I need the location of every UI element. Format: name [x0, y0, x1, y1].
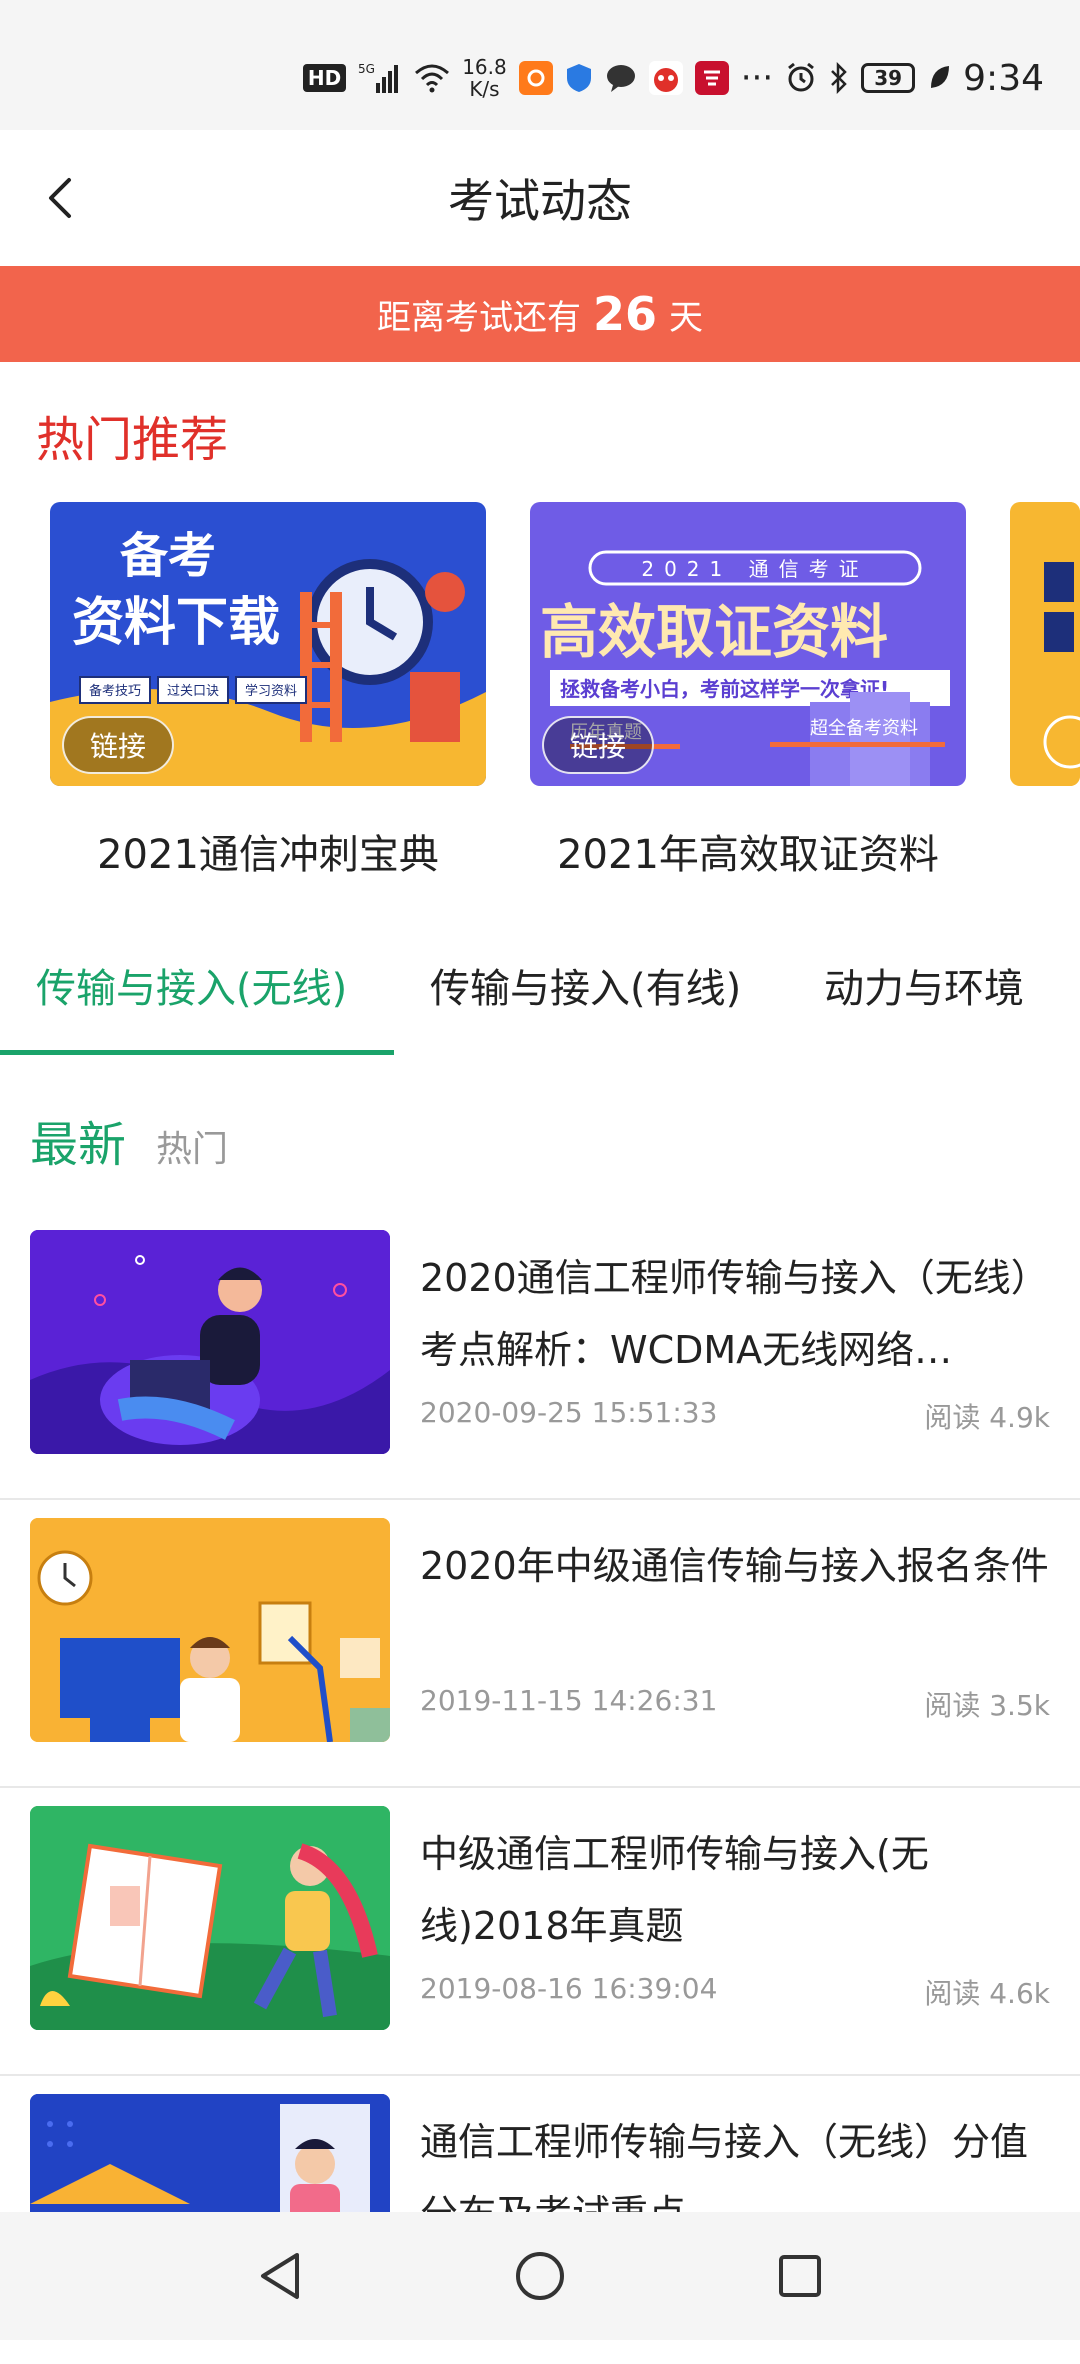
- countdown-prefix: 距离考试还有: [376, 297, 581, 338]
- link-tag[interactable]: 链接: [542, 716, 654, 774]
- article-list: 2020通信工程师传输与接入（无线）考点解析：WCDMA无线网络… 2020-0…: [0, 1212, 1080, 2364]
- article-title: 2020年中级通信传输与接入报名条件: [420, 1544, 1049, 1588]
- article-date: 2019-08-16 16:39:04: [420, 1972, 718, 2005]
- banner-label: 2021通信冲刺宝典: [97, 832, 439, 878]
- category-tabs: 传输与接入(无线) 传输与接入(有线) 动力与环境: [0, 910, 1080, 1055]
- clock-time: 9:34: [963, 57, 1044, 99]
- shield-icon: [565, 62, 593, 94]
- article-item[interactable]: 中级通信工程师传输与接入(无线)2018年真题 2019-08-16 16:39…: [0, 1788, 1080, 2076]
- active-tab-indicator: [0, 1050, 394, 1055]
- hot-banner-card[interactable]: 2021 通信考证 高效取证资料 拯救备考小白，考前这样学一次拿证! 历年真题 …: [530, 502, 966, 880]
- back-button[interactable]: [30, 168, 90, 228]
- article-thumbnail: [30, 1806, 390, 2030]
- tab-wired[interactable]: 传输与接入(有线): [430, 910, 741, 1055]
- signal-icon: 5G: [358, 61, 402, 95]
- tab-power-environment[interactable]: 动力与环境: [824, 910, 1024, 1055]
- nav-back-button[interactable]: [245, 2241, 315, 2311]
- bluetooth-icon: [829, 62, 849, 94]
- article-title: 2020通信工程师传输与接入（无线）考点解析：WCDMA无线网络…: [420, 1256, 1049, 1372]
- article-read-count: 阅读 3.5k: [924, 1689, 1050, 1722]
- article-read-count: 阅读 4.9k: [924, 1401, 1050, 1434]
- banner-art-line2: 资料下载: [72, 593, 280, 653]
- nav-recents-button[interactable]: [765, 2241, 835, 2311]
- speed-value: 16.8: [462, 55, 507, 79]
- chat-bubble-icon: [605, 63, 637, 93]
- alarm-icon: [785, 62, 817, 94]
- battery-icon: 39: [861, 63, 916, 93]
- leaf-icon: [927, 64, 951, 92]
- wifi-icon: [414, 63, 450, 93]
- circle-home-icon: [516, 2252, 564, 2300]
- article-date: 2019-11-15 14:26:31: [420, 1684, 718, 1717]
- banner-art-chip: 过关口诀: [167, 684, 219, 699]
- banner-art-right: 超全备考资料: [810, 718, 918, 739]
- article-date: 2020-09-25 15:51:33: [420, 1396, 718, 1429]
- network-speed: 16.8 K/s: [462, 56, 507, 100]
- system-nav-bar: [0, 2212, 1080, 2340]
- article-title: 中级通信工程师传输与接入(无线)2018年真题: [420, 1832, 929, 1948]
- app-notification-icon: [518, 61, 553, 95]
- hd-badge: HD: [302, 64, 347, 92]
- mascot-app-icon: [648, 61, 683, 95]
- link-tag[interactable]: 链接: [62, 716, 174, 774]
- article-item[interactable]: 2020年中级通信传输与接入报名条件 2019-11-15 14:26:31 阅…: [0, 1500, 1080, 1788]
- banner-label: 2021年高效取证资料: [557, 832, 939, 878]
- banner-art-sub: 拯救备考小白，考前这样学一次拿证!: [560, 677, 889, 701]
- triangle-back-icon: [261, 2253, 299, 2299]
- hot-banner-carousel[interactable]: 备考 资料下载 备考技巧 过关口诀 学习资料 链接 2021通信冲刺宝典 202…: [0, 502, 1080, 902]
- page-title: 考试动态: [448, 174, 632, 228]
- countdown-suffix: 天: [669, 297, 703, 338]
- tab-wireless[interactable]: 传输与接入(无线): [36, 910, 347, 1055]
- banner-image: 2021 通信考证 高效取证资料 拯救备考小白，考前这样学一次拿证! 历年真题 …: [530, 502, 966, 786]
- filter-hot[interactable]: 热门: [156, 1120, 228, 1172]
- hot-banner-card[interactable]: 备考 资料下载 备考技巧 过关口诀 学习资料 链接 2021通信冲刺宝典: [50, 502, 486, 880]
- banner-art-headline: 高效取证资料: [540, 598, 888, 666]
- banner-art-chip: 学习资料: [245, 683, 297, 699]
- banner-image: [1010, 502, 1080, 786]
- countdown-days: 26: [592, 287, 657, 341]
- hot-banner-card[interactable]: [1010, 502, 1080, 786]
- more-notifications-icon: ···: [740, 58, 774, 98]
- sort-filter: 最新 热门: [30, 1105, 228, 1175]
- speed-unit: K/s: [469, 77, 500, 101]
- chevron-left-icon: [49, 178, 71, 218]
- status-bar: HD 5G 16.8 K/s ··· 39 9:34: [0, 0, 1080, 130]
- article-thumbnail: [30, 1230, 390, 1454]
- article-item[interactable]: 2020通信工程师传输与接入（无线）考点解析：WCDMA无线网络… 2020-0…: [0, 1212, 1080, 1500]
- signal-label: 5G: [358, 62, 375, 76]
- hot-recommend-title: 热门推荐: [36, 412, 229, 468]
- study-app-icon: [694, 61, 729, 95]
- banner-art-pill: 2021 通信考证: [641, 557, 868, 581]
- exam-countdown-banner: 距离考试还有 26 天: [0, 266, 1080, 362]
- nav-home-button[interactable]: [505, 2241, 575, 2311]
- article-thumbnail: [30, 1518, 390, 1742]
- banner-image: 备考 资料下载 备考技巧 过关口诀 学习资料 链接: [50, 502, 486, 786]
- status-icons: HD 5G 16.8 K/s ··· 39 9:34: [302, 50, 1044, 106]
- page-header: 考试动态: [0, 130, 1080, 266]
- article-read-count: 阅读 4.6k: [924, 1977, 1050, 2010]
- banner-art-chip: 备考技巧: [89, 683, 141, 699]
- banner-art-line1: 备考: [120, 528, 216, 584]
- filter-latest[interactable]: 最新: [30, 1105, 126, 1175]
- square-recents-icon: [779, 2255, 821, 2297]
